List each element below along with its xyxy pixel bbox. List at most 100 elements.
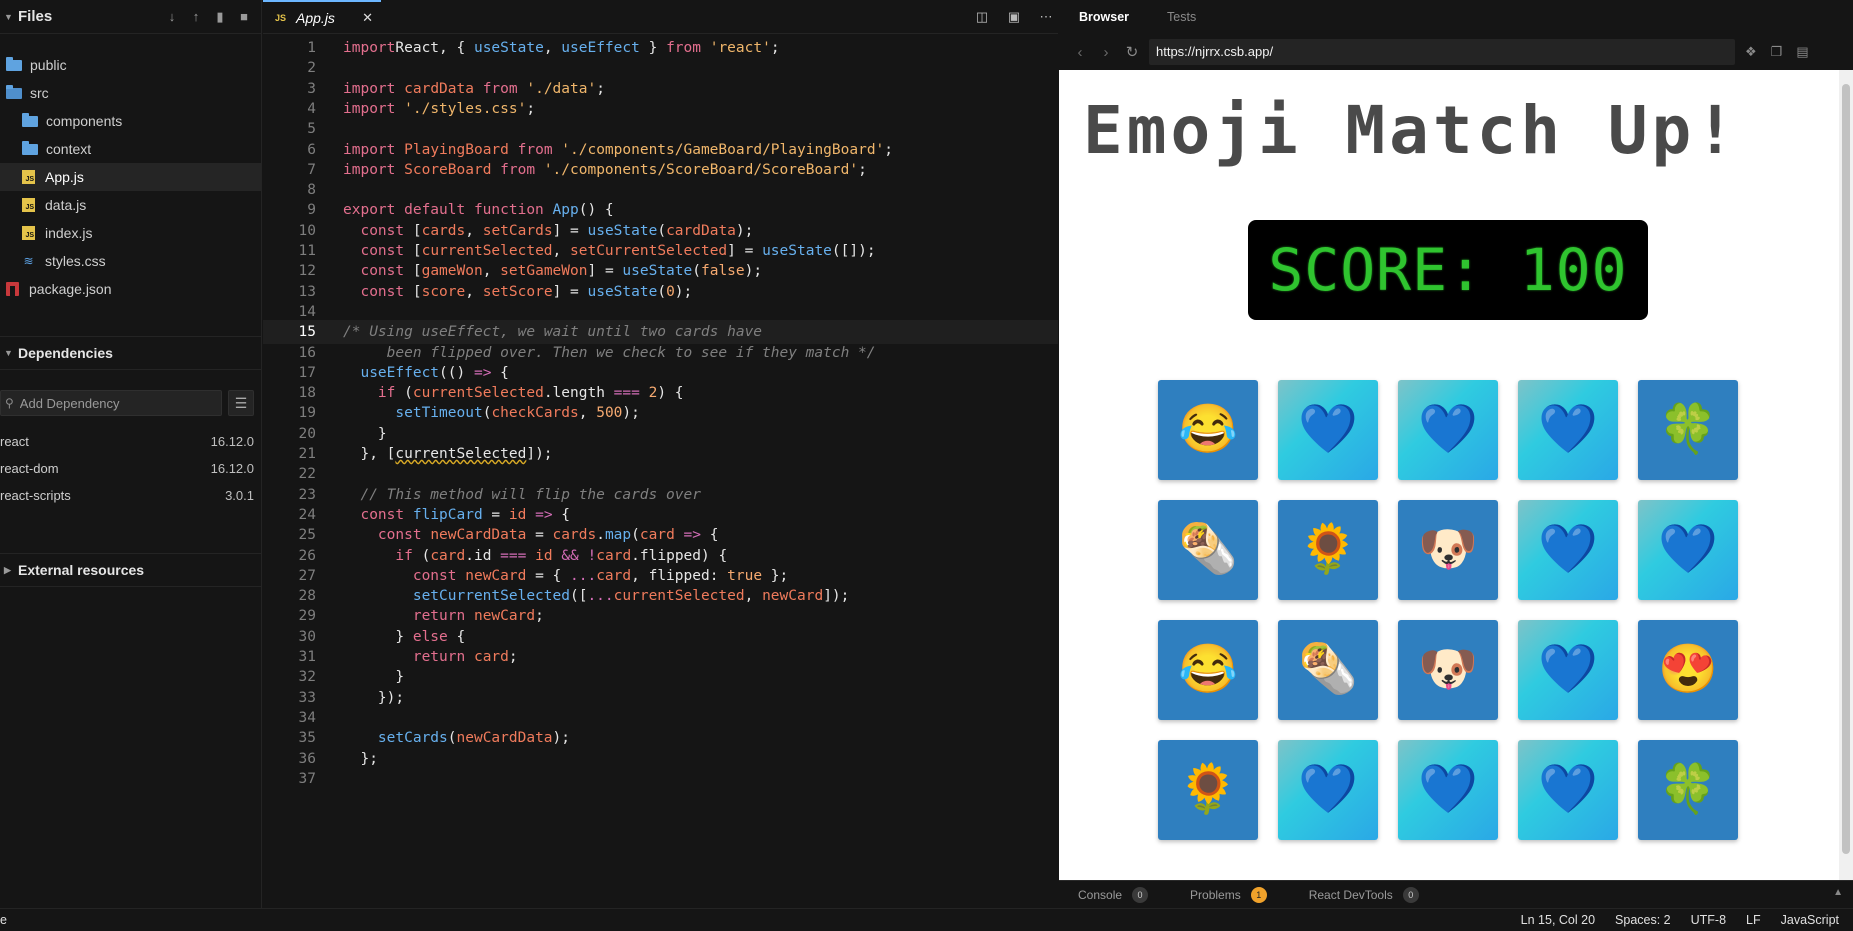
card-face-down[interactable]: 💙 bbox=[1638, 500, 1738, 600]
open-new-window-icon[interactable]: ❐ bbox=[1771, 44, 1783, 60]
code-token: setCards bbox=[482, 222, 553, 239]
collapse-icon[interactable]: ▼ bbox=[4, 12, 18, 22]
devtools-tab[interactable]: Console 0 bbox=[1078, 886, 1149, 903]
card-face-up[interactable]: 🌯 bbox=[1158, 500, 1258, 600]
indentation[interactable]: Spaces: 2 bbox=[1615, 913, 1671, 927]
download-icon[interactable]: ↓ bbox=[165, 9, 179, 25]
card-face-up[interactable]: 🍀 bbox=[1638, 380, 1738, 480]
expand-icon[interactable]: ▶ bbox=[4, 565, 18, 576]
card-face-down[interactable]: 💙 bbox=[1278, 380, 1378, 480]
card-face-up[interactable]: 🌻 bbox=[1278, 500, 1378, 600]
code-token: else bbox=[412, 628, 448, 645]
code-token: from bbox=[500, 161, 536, 178]
dependency-version[interactable]: 16.12.0 bbox=[211, 434, 254, 454]
line-ending[interactable]: LF bbox=[1746, 913, 1761, 927]
tab-app-js[interactable]: JS App.js ✕ bbox=[263, 0, 381, 33]
dependency-menu-button[interactable]: ☰ bbox=[228, 390, 254, 416]
card-face-down[interactable]: 💙 bbox=[1398, 380, 1498, 480]
card-face-down[interactable]: 💙 bbox=[1278, 740, 1378, 840]
code-area[interactable]: 1 importReact, { useState, useEffect } fr… bbox=[263, 34, 1058, 908]
back-icon[interactable]: ‹ bbox=[1067, 44, 1093, 61]
add-dependency-input[interactable] bbox=[19, 395, 210, 411]
devtools-icon[interactable]: ▤ bbox=[1796, 44, 1808, 60]
tab-browser[interactable]: Browser bbox=[1079, 10, 1129, 24]
dependencies-header[interactable]: ▼ Dependencies bbox=[0, 336, 262, 370]
file-tree-item[interactable]: context bbox=[0, 135, 261, 163]
dependency-row[interactable]: react 16.12.0 bbox=[0, 434, 254, 454]
card-face-up[interactable]: 🐶 bbox=[1398, 620, 1498, 720]
file-tree-item[interactable]: package.json bbox=[0, 275, 261, 303]
new-folder-icon[interactable]: ■ bbox=[237, 9, 251, 25]
playing-board: 😂 💙 💙 💙 🍀 🌯 🌻 🐶 💙 💙 😂 🌯 🐶 💙 😍 🌻 💙 💙 💙 🍀 bbox=[1158, 380, 1738, 840]
dependency-row[interactable]: react-dom 16.12.0 bbox=[0, 461, 254, 481]
code-token: , bbox=[744, 588, 763, 605]
count-badge: 0 bbox=[1132, 886, 1149, 903]
card-face-up[interactable]: 😂 bbox=[1158, 380, 1258, 480]
dependency-row[interactable]: react-scripts 3.0.1 bbox=[0, 488, 254, 508]
card-face-up[interactable]: 😍 bbox=[1638, 620, 1738, 720]
devtools-tab[interactable]: React DevTools 0 bbox=[1309, 886, 1419, 903]
refresh-icon[interactable]: ↻ bbox=[1119, 43, 1145, 61]
devtools-tab[interactable]: Problems 1 bbox=[1190, 886, 1267, 903]
scrollbar[interactable] bbox=[1839, 70, 1853, 880]
card-emoji: 🌻 bbox=[1298, 523, 1358, 576]
close-icon[interactable]: ✕ bbox=[362, 10, 373, 26]
code-token: ( bbox=[412, 547, 431, 564]
new-file-icon[interactable]: ▮ bbox=[213, 9, 227, 25]
add-dependency-field[interactable]: ⚲ bbox=[0, 390, 222, 416]
code-token: useState bbox=[473, 40, 544, 56]
file-tree-item[interactable]: src bbox=[0, 79, 261, 107]
file-tree-item[interactable]: JS index.js bbox=[0, 219, 261, 247]
file-tree-item[interactable]: ≋ styles.css bbox=[0, 247, 261, 275]
card-face-down[interactable]: 💙 bbox=[1518, 620, 1618, 720]
file-tree-item[interactable]: public bbox=[0, 51, 261, 79]
language-mode[interactable]: JavaScript bbox=[1781, 913, 1839, 927]
scrollbar-thumb[interactable] bbox=[1842, 84, 1850, 854]
forward-icon[interactable]: › bbox=[1093, 44, 1119, 61]
card-emoji: 😂 bbox=[1178, 643, 1238, 696]
code-token: const bbox=[360, 243, 405, 259]
external-resources-header[interactable]: ▶ External resources bbox=[0, 553, 262, 587]
code-token: currentSelected bbox=[613, 588, 745, 605]
card-face-up[interactable]: 😂 bbox=[1158, 620, 1258, 720]
tab-tests[interactable]: Tests bbox=[1167, 10, 1196, 24]
file-tree-item[interactable]: JS App.js bbox=[0, 163, 261, 191]
dependency-version[interactable]: 3.0.1 bbox=[225, 488, 254, 508]
status-left: e bbox=[0, 913, 7, 927]
card-face-up[interactable]: 🌻 bbox=[1158, 740, 1258, 840]
card-emoji: 😍 bbox=[1658, 643, 1718, 696]
more-icon[interactable]: ⋯ bbox=[1038, 9, 1054, 25]
card-face-down[interactable]: 💙 bbox=[1398, 740, 1498, 840]
chevron-up-icon[interactable]: ▲ bbox=[1833, 887, 1843, 898]
code-token: [ bbox=[404, 222, 422, 239]
code-token: setScore bbox=[482, 283, 553, 300]
code-token: ] = bbox=[552, 283, 588, 300]
upload-icon[interactable]: ↑ bbox=[189, 9, 203, 25]
files-header[interactable]: ▼ Files ↓ ↑ ▮ ■ bbox=[0, 0, 261, 34]
card-face-down[interactable]: 💙 bbox=[1518, 740, 1618, 840]
dependency-version[interactable]: 16.12.0 bbox=[211, 461, 254, 481]
card-face-down[interactable]: 💙 bbox=[1518, 380, 1618, 480]
card-face-up[interactable]: 🐶 bbox=[1398, 500, 1498, 600]
split-view-icon[interactable]: ◫ bbox=[974, 9, 990, 25]
url-input[interactable] bbox=[1149, 39, 1735, 65]
card-face-down[interactable]: 💙 bbox=[1518, 500, 1618, 600]
card-face-up[interactable]: 🍀 bbox=[1638, 740, 1738, 840]
preview-icon[interactable]: ▣ bbox=[1006, 9, 1022, 25]
code-line[interactable]: 37 bbox=[263, 767, 1058, 791]
card-face-up[interactable]: 🌯 bbox=[1278, 620, 1378, 720]
collapse-icon[interactable]: ▼ bbox=[4, 348, 18, 358]
file-tree-item[interactable]: JS data.js bbox=[0, 191, 261, 219]
cursor-position[interactable]: Ln 15, Col 20 bbox=[1521, 913, 1595, 927]
encoding[interactable]: UTF-8 bbox=[1691, 913, 1726, 927]
file-tree-item[interactable]: components bbox=[0, 107, 261, 135]
card-emoji: 🍀 bbox=[1658, 403, 1718, 456]
codesandbox-icon[interactable]: ❖ bbox=[1745, 44, 1757, 60]
